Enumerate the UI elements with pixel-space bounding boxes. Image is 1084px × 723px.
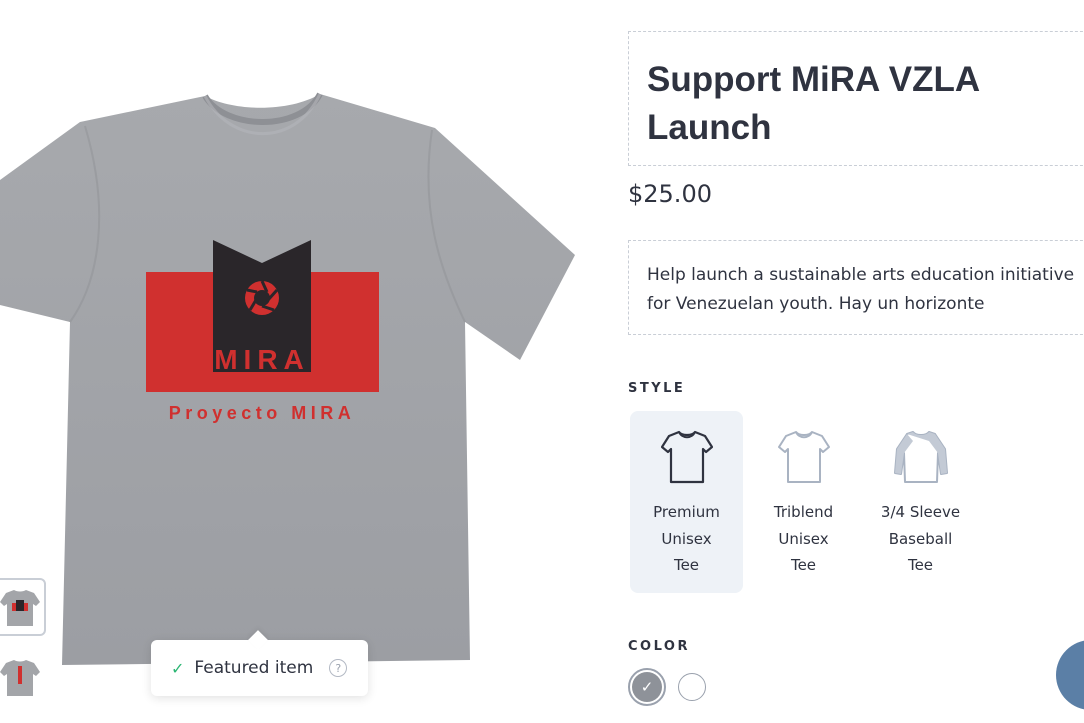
style-option-name: Triblend Unisex Tee <box>773 503 834 574</box>
print-logo-text: MIRA <box>214 344 310 375</box>
style-option-baseball-tee[interactable]: 3/4 Sleeve Baseball Tee <box>864 411 977 593</box>
product-title: Support MiRA VZLA Launch <box>647 60 979 147</box>
raglan-icon <box>893 431 948 483</box>
tshirt-outline-icon <box>777 431 830 483</box>
style-option-premium-unisex-tee[interactable]: Premium Unisex Tee <box>630 411 743 593</box>
style-section-label: STYLE <box>628 381 686 396</box>
thumbnail-list <box>0 578 46 718</box>
aperture-icon <box>245 280 279 315</box>
color-swatches: ✓ <box>628 668 706 706</box>
product-description: Help launch a sustainable arts education… <box>647 265 1075 314</box>
help-icon[interactable]: ? <box>329 659 348 677</box>
featured-item-label: Featured item <box>194 658 314 678</box>
color-swatch-white[interactable] <box>678 673 706 701</box>
chat-button[interactable] <box>1056 640 1084 710</box>
featured-item-tooltip: ✓ Featured item ? <box>151 640 368 696</box>
print-tagline: Proyecto MIRA <box>169 403 356 423</box>
color-section-label: COLOR <box>628 639 690 654</box>
tshirt-icon <box>660 430 713 484</box>
thumbnail-front[interactable] <box>0 578 46 636</box>
color-swatch-heather-gray[interactable]: ✓ <box>628 668 666 706</box>
product-price: $25.00 <box>628 180 712 208</box>
style-option-name: Premium Unisex Tee <box>653 503 720 574</box>
check-icon: ✓ <box>171 658 185 678</box>
description-box: Help launch a sustainable arts education… <box>628 240 1084 335</box>
product-image[interactable]: MIRA Proyecto MIRA <box>0 60 590 680</box>
style-option-triblend-unisex-tee[interactable]: Triblend Unisex Tee <box>747 411 860 593</box>
checkmark-icon: ✓ <box>632 672 662 702</box>
style-option-name: 3/4 Sleeve Baseball Tee <box>880 503 961 574</box>
title-box: Support MiRA VZLA Launch <box>628 31 1084 166</box>
style-options: Premium Unisex Tee Triblend Unisex Tee 3… <box>630 411 977 593</box>
thumbnail-back[interactable] <box>0 648 46 706</box>
